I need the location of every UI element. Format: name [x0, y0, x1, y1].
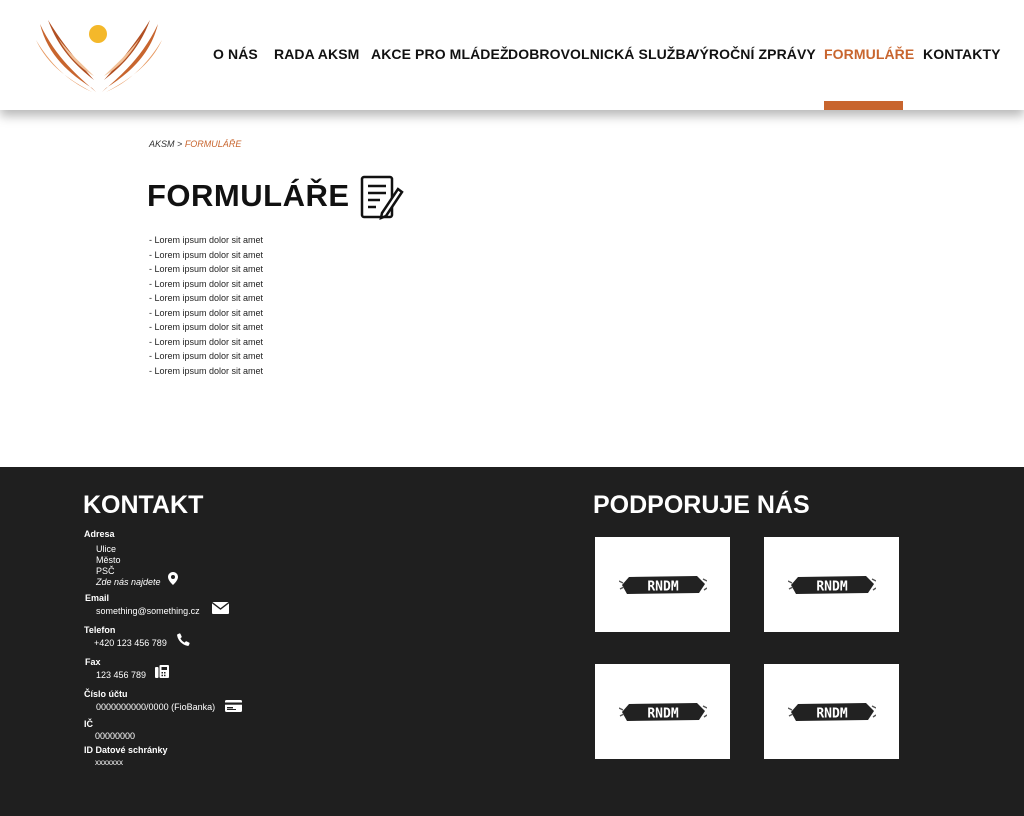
fax-label: Fax — [85, 657, 101, 667]
ic-label: IČ — [84, 719, 93, 729]
breadcrumb: AKSM > FORMULÁŘE — [149, 139, 241, 149]
list-item[interactable]: - Lorem ipsum dolor sit amet — [149, 306, 263, 321]
list-item[interactable]: - Lorem ipsum dolor sit amet — [149, 349, 263, 364]
kontakt-title: KONTAKT — [83, 491, 204, 519]
rndm-logo-icon: RNDM — [619, 703, 707, 722]
sponsor-logo[interactable]: RNDM — [595, 537, 730, 632]
ic-value: 00000000 — [95, 731, 136, 741]
form-list: - Lorem ipsum dolor sit amet - Lorem ips… — [149, 233, 263, 378]
breadcrumb-current: FORMULÁŘE — [184, 139, 242, 149]
nav-item-rada-aksm[interactable]: RADA AKSM — [274, 46, 359, 62]
adresa-label: Adresa — [84, 529, 115, 539]
telefon-label: Telefon — [84, 625, 116, 635]
rndm-logo-icon: RNDM — [619, 576, 707, 595]
site-footer: KONTAKT Adresa Ulice Město PSČ Zde nás n… — [0, 467, 1024, 816]
ucet-value: 0000000000/0000 (FioBanka) — [96, 702, 216, 712]
fax-value: 123 456 789 — [96, 670, 147, 680]
credit-card-icon — [225, 700, 242, 712]
list-item[interactable]: - Lorem ipsum dolor sit amet — [149, 262, 263, 277]
form-document-pen-icon — [360, 175, 404, 221]
active-nav-indicator — [824, 101, 903, 110]
datova-label: ID Datové schránky — [84, 745, 168, 755]
telefon-value[interactable]: +420 123 456 789 — [94, 638, 167, 648]
rndm-logo-icon: RNDM — [788, 703, 876, 722]
ucet-label: Číslo účtu — [84, 689, 128, 699]
sponsor-name: RNDM — [816, 580, 847, 595]
envelope-icon[interactable] — [212, 602, 229, 614]
list-item[interactable]: - Lorem ipsum dolor sit amet — [149, 335, 263, 350]
main-nav: O NÁS RADA AKSM AKCE PRO MLÁDEŽ DOBROVOL… — [0, 0, 1024, 110]
list-item[interactable]: - Lorem ipsum dolor sit amet — [149, 233, 263, 248]
list-item[interactable]: - Lorem ipsum dolor sit amet — [149, 364, 263, 379]
street-value: Ulice — [96, 544, 117, 554]
sponsor-name: RNDM — [647, 707, 678, 722]
nav-item-dobrovolnicka-sluzba[interactable]: DOBROVOLNICKÁ SLUŽBA — [508, 46, 696, 62]
sponsor-logo[interactable]: RNDM — [764, 664, 899, 759]
map-pin-icon[interactable] — [168, 572, 178, 585]
phone-icon[interactable] — [177, 633, 190, 646]
nav-item-vyrocni-zpravy[interactable]: VÝROČNÍ ZPRÁVY — [690, 46, 816, 62]
city-value: Město — [96, 555, 121, 565]
email-value[interactable]: something@something.cz — [96, 606, 200, 616]
site-header: O NÁS RADA AKSM AKCE PRO MLÁDEŽ DOBROVOL… — [0, 0, 1024, 110]
nav-item-akce-pro-mladez[interactable]: AKCE PRO MLÁDEŽ — [371, 46, 509, 62]
list-item[interactable]: - Lorem ipsum dolor sit amet — [149, 320, 263, 335]
nav-item-formulare[interactable]: FORMULÁŘE — [824, 46, 914, 62]
sponsor-logo[interactable]: RNDM — [595, 664, 730, 759]
sponsor-name: RNDM — [816, 707, 847, 722]
nav-item-kontakty[interactable]: KONTAKTY — [923, 46, 1001, 62]
nav-item-o-nas[interactable]: O NÁS — [213, 46, 258, 62]
fax-icon — [155, 665, 169, 678]
sponsor-name: RNDM — [647, 580, 678, 595]
list-item[interactable]: - Lorem ipsum dolor sit amet — [149, 277, 263, 292]
rndm-logo-icon: RNDM — [788, 576, 876, 595]
psc-value: PSČ — [96, 566, 115, 576]
list-item[interactable]: - Lorem ipsum dolor sit amet — [149, 291, 263, 306]
list-item[interactable]: - Lorem ipsum dolor sit amet — [149, 248, 263, 263]
page-title: FORMULÁŘE — [147, 178, 350, 213]
sponsor-logo[interactable]: RNDM — [764, 537, 899, 632]
breadcrumb-root[interactable]: AKSM — [149, 139, 175, 149]
podporuje-title: PODPORUJE NÁS — [593, 491, 810, 519]
email-label: Email — [85, 593, 110, 603]
breadcrumb-separator: > — [177, 139, 183, 149]
datova-value: xxxxxxx — [95, 758, 123, 767]
map-link[interactable]: Zde nás najdete — [96, 577, 161, 587]
